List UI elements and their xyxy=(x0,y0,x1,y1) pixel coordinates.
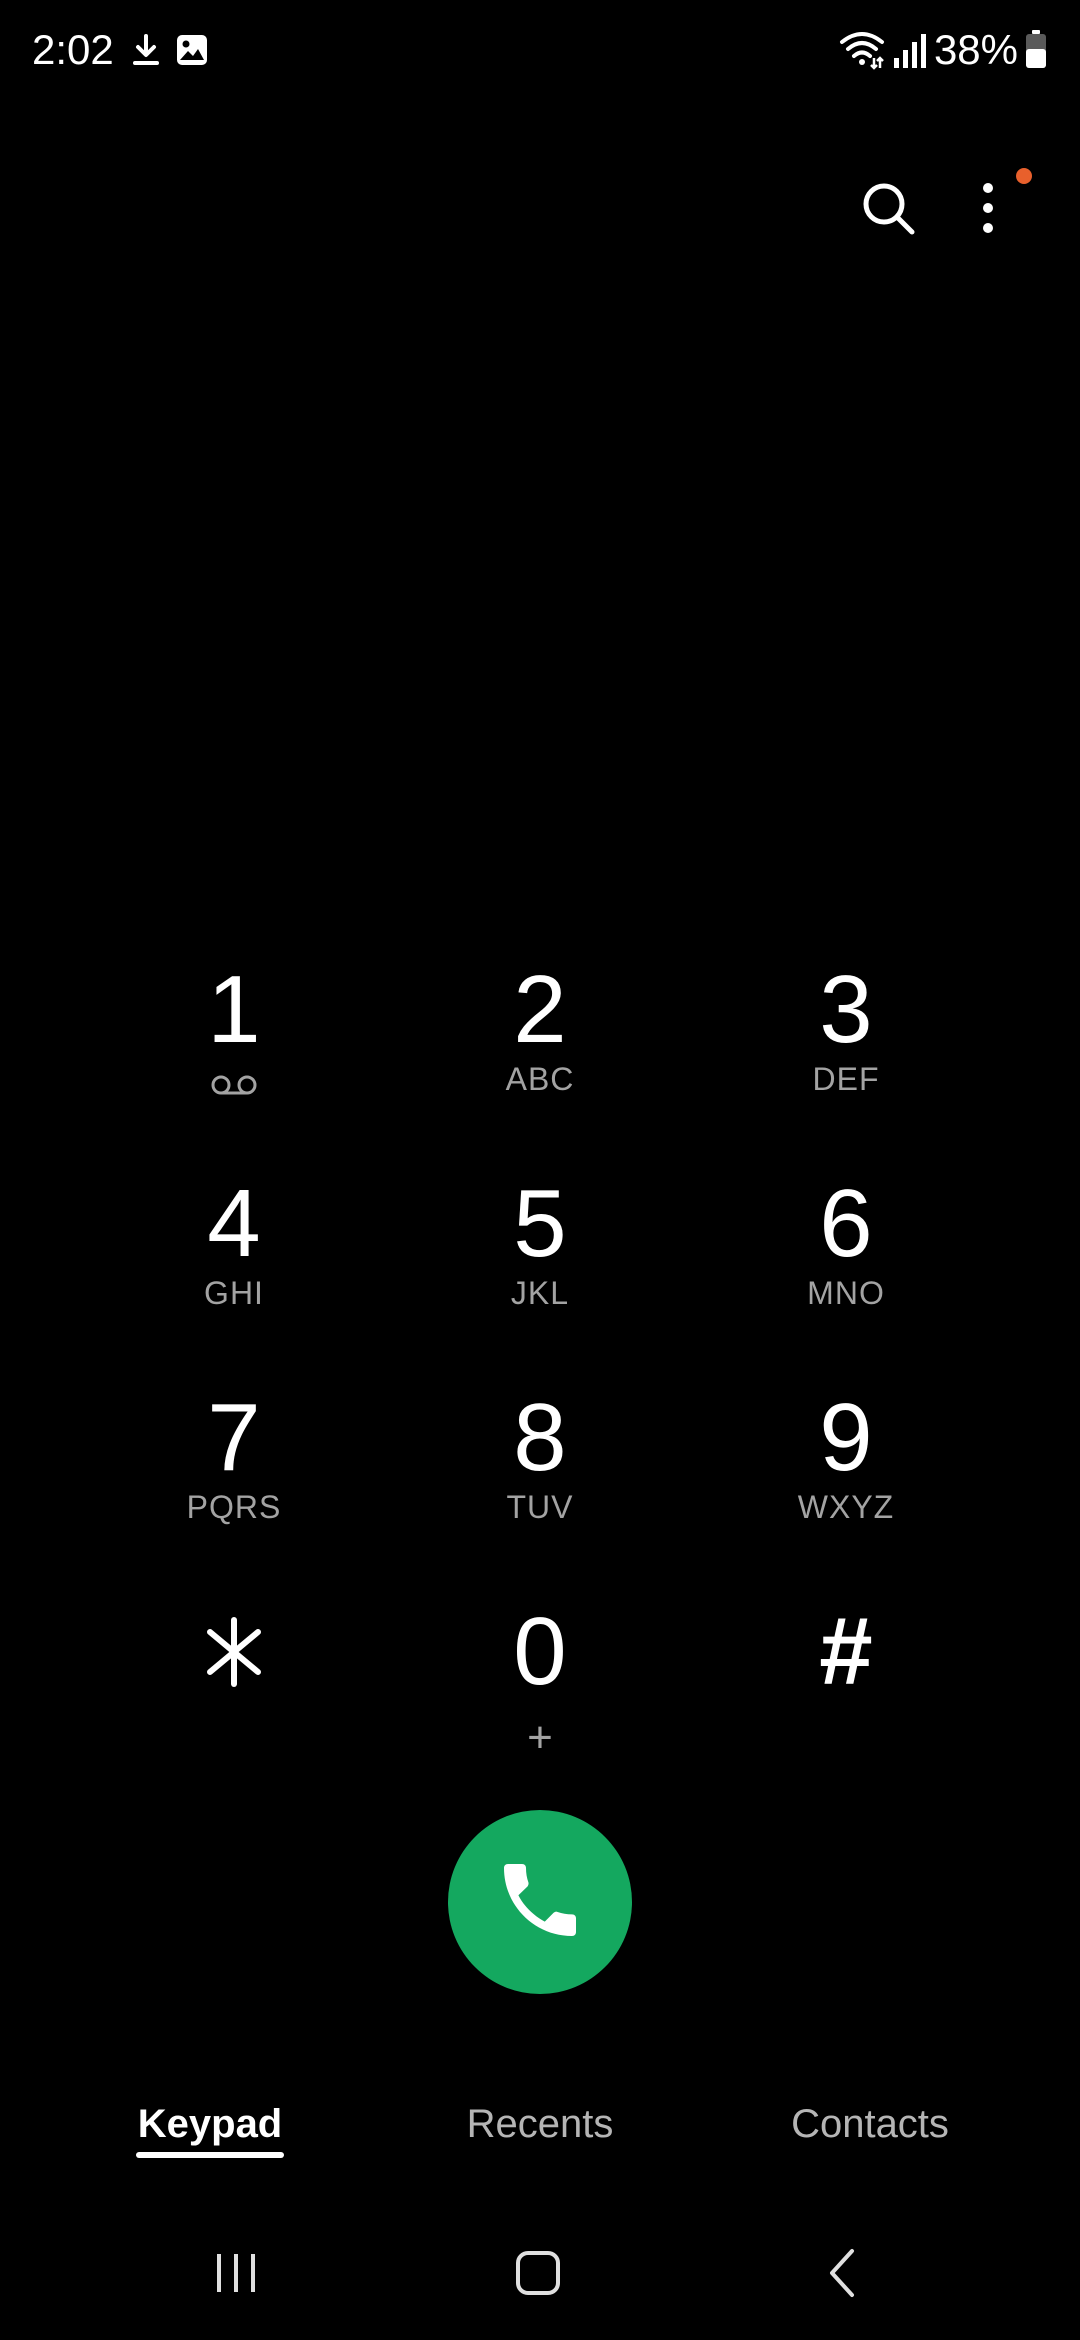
download-icon xyxy=(128,32,164,68)
key-letters: DEF xyxy=(812,1061,880,1097)
tab-recents[interactable]: Recents xyxy=(467,2096,614,2156)
key-digit: 1 xyxy=(207,956,261,1063)
home-button[interactable] xyxy=(498,2240,578,2310)
status-time: 2:02 xyxy=(32,26,114,73)
key-digit: 7 xyxy=(207,1384,261,1491)
signal-icon xyxy=(892,28,926,77)
key-letters: + xyxy=(527,1713,553,1762)
voicemail-icon xyxy=(209,1065,259,1105)
key-digit: 6 xyxy=(819,1170,873,1277)
key-letters: WXYZ xyxy=(797,1489,895,1525)
key-7[interactable]: 7 PQRS xyxy=(134,1383,334,1583)
key-3[interactable]: 3 DEF xyxy=(746,955,946,1155)
battery-icon xyxy=(1024,28,1048,77)
key-digit: 0 xyxy=(513,1598,567,1705)
keypad-row: 0 + # xyxy=(0,1597,1080,1811)
status-bar: 2:02 38% xyxy=(0,0,1080,100)
recent-apps-icon xyxy=(211,2250,261,2301)
wifi-icon xyxy=(838,28,886,77)
key-letters: GHI xyxy=(204,1275,264,1311)
active-tab-indicator xyxy=(136,2152,284,2158)
battery-percentage: 38% xyxy=(933,26,1018,73)
notification-dot xyxy=(1016,168,1032,184)
phone-icon xyxy=(492,1852,588,1953)
keypad-row: 4 GHI 5 JKL 6 MNO xyxy=(0,1169,1080,1383)
search-icon xyxy=(858,178,918,243)
key-hash[interactable]: # xyxy=(746,1597,946,1797)
key-2[interactable]: 2 ABC xyxy=(440,955,640,1155)
dial-keypad: 1 2 ABC 3 DEF 4 GHI 5 JKL 6 MNO 7 PQRS 8… xyxy=(0,955,1080,1811)
key-letters: TUV xyxy=(506,1489,574,1525)
key-digit: 2 xyxy=(513,956,567,1063)
image-icon xyxy=(174,32,210,68)
key-digit: 5 xyxy=(513,1170,567,1277)
keypad-row: 1 2 ABC 3 DEF xyxy=(0,955,1080,1169)
key-4[interactable]: 4 GHI xyxy=(134,1169,334,1369)
tab-keypad[interactable]: Keypad xyxy=(138,2096,283,2156)
tab-contacts[interactable]: Contacts xyxy=(791,2096,949,2156)
key-5[interactable]: 5 JKL xyxy=(440,1169,640,1369)
key-9[interactable]: 9 WXYZ xyxy=(746,1383,946,1583)
recent-apps-button[interactable] xyxy=(196,2240,276,2310)
key-1[interactable]: 1 xyxy=(134,955,334,1155)
key-letters: PQRS xyxy=(186,1489,282,1525)
key-digit: # xyxy=(819,1598,873,1705)
key-letters: MNO xyxy=(807,1275,885,1311)
key-digit: 3 xyxy=(819,956,873,1063)
star-icon xyxy=(204,1597,264,1707)
key-digit: 4 xyxy=(207,1170,261,1277)
key-letters: JKL xyxy=(510,1275,570,1311)
more-options-icon xyxy=(978,178,998,243)
keypad-row: 7 PQRS 8 TUV 9 WXYZ xyxy=(0,1383,1080,1597)
search-button[interactable] xyxy=(848,170,928,250)
key-6[interactable]: 6 MNO xyxy=(746,1169,946,1369)
key-0[interactable]: 0 + xyxy=(440,1597,640,1797)
key-digit: 8 xyxy=(513,1384,567,1491)
more-options-button[interactable] xyxy=(948,170,1028,250)
back-button[interactable] xyxy=(802,2240,882,2310)
back-icon xyxy=(824,2247,860,2304)
home-icon xyxy=(513,2248,563,2303)
key-8[interactable]: 8 TUV xyxy=(440,1383,640,1583)
call-button[interactable] xyxy=(448,1810,632,1994)
key-star[interactable] xyxy=(134,1597,334,1797)
key-letters: ABC xyxy=(505,1061,575,1097)
key-digit: 9 xyxy=(819,1384,873,1491)
